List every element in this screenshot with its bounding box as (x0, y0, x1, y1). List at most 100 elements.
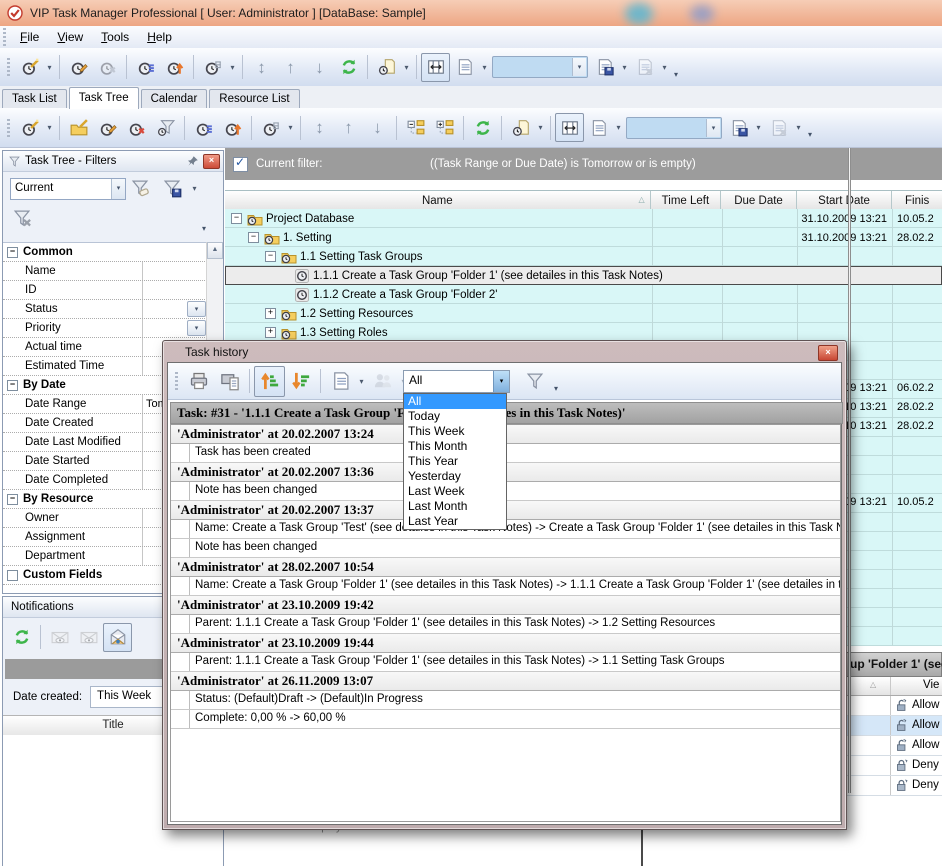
print-button[interactable] (183, 366, 214, 397)
chevron-down-icon[interactable]: ▾ (187, 301, 206, 317)
gantt-dropdown[interactable]: ▾ (227, 54, 238, 81)
pane-splitter[interactable] (848, 148, 851, 209)
field-value[interactable]: ▾ (142, 319, 207, 337)
history-range-combobox[interactable]: All▾ (403, 370, 510, 393)
pane-splitter[interactable] (848, 646, 851, 793)
grid-view-button[interactable] (584, 113, 613, 142)
gantt-chart-button[interactable] (256, 113, 285, 142)
task-row-create-folder-1[interactable]: 1.1.1 Create a Task Group 'Folder 1' (se… (225, 266, 942, 285)
expand-all-button[interactable] (430, 113, 459, 142)
print-preview-button[interactable] (214, 366, 245, 397)
move-up-button[interactable]: ↑ (334, 113, 363, 142)
toolbar-grip[interactable] (3, 28, 6, 46)
grid-view-dropdown[interactable]: ▾ (479, 54, 490, 81)
delete-task-button[interactable] (93, 53, 122, 82)
toolbar-overflow-chevron[interactable]: ▾ (674, 70, 678, 79)
tab-calendar[interactable]: Calendar (141, 89, 208, 108)
filter-row-id[interactable]: ID (3, 281, 207, 300)
filter-group-common[interactable]: −Common (3, 243, 207, 262)
bottom-splitter[interactable] (641, 830, 643, 866)
pane-splitter[interactable] (848, 209, 851, 646)
clear-filter-button[interactable] (9, 205, 35, 231)
filter-preset-combobox[interactable]: Current▾ (10, 178, 126, 200)
delete-view-dropdown[interactable]: ▾ (793, 114, 804, 141)
scroll-up-icon[interactable]: ▲ (207, 242, 223, 259)
move-task-button[interactable]: ↕ (247, 53, 276, 82)
chevron-down-icon[interactable]: ▾ (111, 179, 125, 199)
history-fields-button[interactable] (325, 366, 356, 397)
filter-row-status[interactable]: Status▾ (3, 300, 207, 319)
toolbar-grip[interactable] (7, 119, 10, 137)
apply-filter-button[interactable] (127, 175, 153, 201)
task-notes-button[interactable] (189, 113, 218, 142)
tab-task-tree[interactable]: Task Tree (69, 87, 139, 109)
delete-view-button[interactable] (630, 53, 659, 82)
save-view-dropdown[interactable]: ▾ (619, 54, 630, 81)
view-preset-combobox[interactable]: ▾ (492, 56, 588, 78)
refresh-button[interactable] (334, 53, 363, 82)
move-task-button[interactable]: ↕ (305, 113, 334, 142)
task-report-button[interactable] (506, 113, 535, 142)
menu-tools[interactable]: Tools (92, 26, 138, 48)
fit-columns-toggle[interactable] (555, 113, 584, 142)
task-row-setting-resources[interactable]: + 1.2 Setting Resources (225, 304, 942, 323)
dropdown-item-last-week[interactable]: Last Week (404, 484, 506, 499)
chevron-down-icon[interactable]: ▾ (187, 320, 206, 336)
field-value[interactable] (142, 281, 207, 299)
new-task-dropdown[interactable]: ▾ (44, 54, 55, 81)
tab-task-list[interactable]: Task List (2, 89, 67, 108)
collapse-box-icon[interactable]: − (7, 494, 18, 505)
save-view-button[interactable] (590, 53, 619, 82)
new-task-button[interactable] (15, 113, 44, 142)
dropdown-item-this-month[interactable]: This Month (404, 439, 506, 454)
grid-view-button[interactable] (450, 53, 479, 82)
filter-button[interactable] (151, 113, 180, 142)
collapse-box-icon[interactable]: − (7, 380, 18, 391)
expand-box-icon[interactable]: + (265, 327, 276, 338)
gantt-chart-button[interactable] (198, 53, 227, 82)
task-row-create-folder-2[interactable]: 1.1.2 Create a Task Group 'Folder 2' (225, 285, 942, 304)
dropdown-item-this-year[interactable]: This Year (404, 454, 506, 469)
pin-icon[interactable] (186, 155, 199, 168)
column-header-name[interactable]: Name△ (225, 191, 651, 210)
collapse-box-icon[interactable] (7, 570, 18, 581)
menu-help[interactable]: Help (138, 26, 181, 48)
close-icon[interactable]: × (203, 154, 220, 169)
task-notes-button[interactable] (131, 53, 160, 82)
view-preset-combobox[interactable]: ▾ (626, 117, 722, 139)
column-header-due-date[interactable]: Due Date (721, 191, 797, 210)
delete-view-button[interactable] (764, 113, 793, 142)
new-task-dropdown[interactable]: ▾ (44, 114, 55, 141)
delete-view-dropdown[interactable]: ▾ (659, 54, 670, 81)
edit-task-button[interactable] (93, 113, 122, 142)
task-report-dropdown[interactable]: ▾ (401, 54, 412, 81)
collapse-box-icon[interactable]: − (231, 213, 242, 224)
chevron-down-icon[interactable]: ▾ (572, 58, 586, 76)
save-filter-button[interactable] (159, 175, 185, 201)
column-header-time-left[interactable]: Time Left (651, 191, 722, 210)
dropdown-item-today[interactable]: Today (404, 409, 506, 424)
dropdown-item-all[interactable]: All (404, 394, 506, 409)
task-priority-button[interactable] (160, 53, 189, 82)
filter-row-name[interactable]: Name (3, 262, 207, 281)
move-down-button[interactable]: ↓ (363, 113, 392, 142)
grid-view-dropdown[interactable]: ▾ (613, 114, 624, 141)
field-value[interactable] (142, 262, 207, 280)
gantt-dropdown[interactable]: ▾ (285, 114, 296, 141)
refresh-notifications-button[interactable] (7, 623, 36, 652)
collapse-box-icon[interactable]: − (265, 251, 276, 262)
save-filter-dropdown[interactable]: ▾ (189, 175, 200, 202)
move-down-button[interactable]: ↓ (305, 53, 334, 82)
fit-columns-toggle[interactable] (421, 53, 450, 82)
chevron-down-icon[interactable]: ▾ (706, 119, 720, 137)
history-fields-dropdown[interactable]: ▾ (356, 368, 367, 395)
task-row-project-database[interactable]: − Project Database 31.10.2009 13:21 10.0… (225, 209, 942, 228)
close-icon[interactable]: × (818, 345, 838, 361)
dropdown-item-last-year[interactable]: Last Year (404, 514, 506, 529)
collapse-all-button[interactable] (401, 113, 430, 142)
new-task-button[interactable] (15, 53, 44, 82)
expand-box-icon[interactable]: + (265, 308, 276, 319)
dropdown-item-yesterday[interactable]: Yesterday (404, 469, 506, 484)
dialog-toolbar-overflow[interactable]: ▾ (554, 384, 558, 393)
save-view-button[interactable] (724, 113, 753, 142)
